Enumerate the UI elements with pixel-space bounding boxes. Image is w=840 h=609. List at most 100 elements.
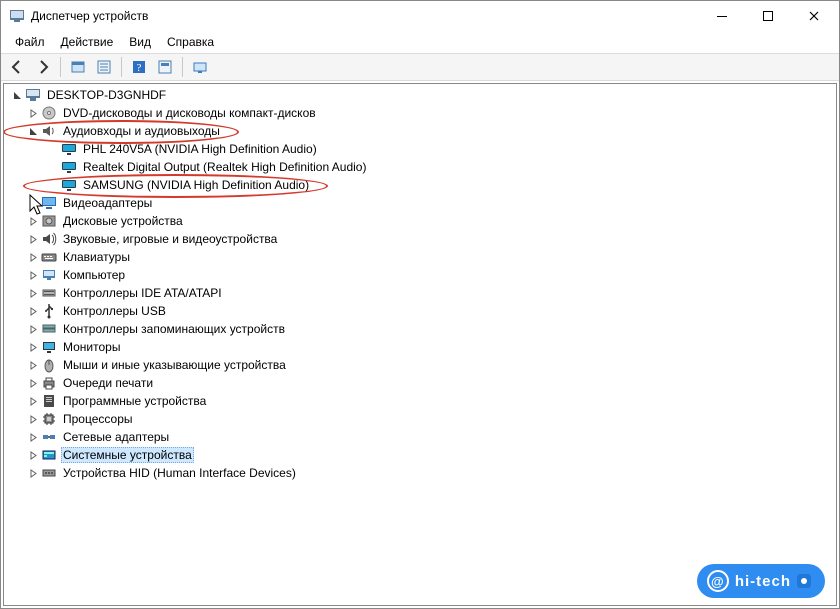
tree-node-label: Звуковые, игровые и видеоустройства — [61, 232, 279, 246]
tree-category-node[interactable]: Мыши и иные указывающие устройства — [24, 356, 836, 374]
tree-node-label: Системные устройства — [61, 447, 194, 463]
tree-category-node[interactable]: Звуковые, игровые и видеоустройства — [24, 230, 836, 248]
tree-category-node[interactable]: Контроллеры IDE ATA/ATAPI — [24, 284, 836, 302]
keyboard-icon — [41, 249, 57, 265]
computer-icon — [25, 87, 41, 103]
tree-device-node[interactable]: Realtek Digital Output (Realtek High Def… — [44, 158, 836, 176]
tree-category-node[interactable]: Программные устройства — [24, 392, 836, 410]
expand-icon[interactable] — [26, 196, 40, 210]
monitor-icon — [61, 159, 77, 175]
display-icon — [41, 195, 57, 211]
tree-node-label: Компьютер — [61, 268, 127, 282]
toolbar-show-hidden-button[interactable] — [66, 55, 90, 79]
toolbar-help-button[interactable]: ? — [127, 55, 151, 79]
expand-icon[interactable] — [26, 430, 40, 444]
computer-icon — [41, 267, 57, 283]
printer-icon — [41, 375, 57, 391]
tree-node-label: SAMSUNG (NVIDIA High Definition Audio) — [81, 178, 311, 192]
collapse-icon[interactable] — [26, 124, 40, 138]
toolbar-separator — [60, 57, 61, 77]
usb-icon — [41, 303, 57, 319]
watermark-badge: @ hi-tech — [697, 564, 825, 598]
expand-icon[interactable] — [26, 376, 40, 390]
expand-icon[interactable] — [26, 394, 40, 408]
mouse-icon — [41, 357, 57, 373]
toolbar-scan-button[interactable] — [188, 55, 212, 79]
system-icon — [41, 447, 57, 463]
tree-category-node[interactable]: Мониторы — [24, 338, 836, 356]
tree-node-label: Контроллеры USB — [61, 304, 168, 318]
tree-category-node[interactable]: Системные устройства — [24, 446, 836, 464]
menu-help[interactable]: Справка — [159, 33, 222, 51]
expand-icon[interactable] — [26, 340, 40, 354]
app-icon — [9, 8, 25, 24]
menu-file[interactable]: Файл — [7, 33, 53, 51]
toolbar-forward-button[interactable] — [31, 55, 55, 79]
tree-category-node[interactable]: Компьютер — [24, 266, 836, 284]
tree-node-label: Контроллеры запоминающих устройств — [61, 322, 287, 336]
cpu-icon — [41, 411, 57, 427]
monitor-icon — [61, 177, 77, 193]
tree-node-label: Realtek Digital Output (Realtek High Def… — [81, 160, 368, 174]
tree-category-node[interactable]: Клавиатуры — [24, 248, 836, 266]
monitor-icon — [61, 141, 77, 157]
tree-device-node[interactable]: PHL 240V5A (NVIDIA High Definition Audio… — [44, 140, 836, 158]
tree-node-label: Мониторы — [61, 340, 122, 354]
tree-node-label: Программные устройства — [61, 394, 208, 408]
watermark-at-icon: @ — [707, 570, 729, 592]
menu-action[interactable]: Действие — [53, 33, 122, 51]
tree-category-node[interactable]: Дисковые устройства — [24, 212, 836, 230]
toolbar-back-button[interactable] — [5, 55, 29, 79]
sound-icon — [41, 231, 57, 247]
tree-category-node[interactable]: Аудиовходы и аудиовыходы — [24, 122, 836, 140]
menu-bar: Файл Действие Вид Справка — [1, 31, 839, 53]
collapse-icon[interactable] — [10, 88, 24, 102]
menu-view[interactable]: Вид — [121, 33, 159, 51]
expand-icon[interactable] — [26, 412, 40, 426]
expand-icon[interactable] — [26, 358, 40, 372]
tree-device-node[interactable]: SAMSUNG (NVIDIA High Definition Audio) — [44, 176, 836, 194]
tree-category-node[interactable]: Контроллеры USB — [24, 302, 836, 320]
title-bar: Диспетчер устройств — [1, 1, 839, 31]
tree-category-node[interactable]: Сетевые адаптеры — [24, 428, 836, 446]
network-icon — [41, 429, 57, 445]
toolbar-properties-button[interactable] — [92, 55, 116, 79]
tree-root-node[interactable]: DESKTOP-D3GNHDF — [4, 86, 836, 104]
tree-node-label: Клавиатуры — [61, 250, 132, 264]
expand-icon[interactable] — [26, 232, 40, 246]
tree-category-node[interactable]: Контроллеры запоминающих устройств — [24, 320, 836, 338]
toolbar: ? — [1, 53, 839, 81]
tree-node-label: Процессоры — [61, 412, 135, 426]
tree-category-node[interactable]: Очереди печати — [24, 374, 836, 392]
expand-icon[interactable] — [26, 268, 40, 282]
expand-icon[interactable] — [26, 214, 40, 228]
tree-category-node[interactable]: Видеоадаптеры — [24, 194, 836, 212]
expand-icon[interactable] — [26, 322, 40, 336]
tree-node-label: Контроллеры IDE ATA/ATAPI — [61, 286, 224, 300]
storage-icon — [41, 321, 57, 337]
svg-text:?: ? — [137, 62, 142, 74]
expand-icon[interactable] — [26, 286, 40, 300]
close-button[interactable] — [791, 1, 837, 31]
tree-category-node[interactable]: Устройства HID (Human Interface Devices) — [24, 464, 836, 482]
tree-category-node[interactable]: DVD-дисководы и дисководы компакт-дисков — [24, 104, 836, 122]
device-tree-panel[interactable]: DESKTOP-D3GNHDF DVD-дисководы и дисководы… — [3, 83, 837, 606]
expand-icon[interactable] — [26, 250, 40, 264]
tree-node-label: Мыши и иные указывающие устройства — [61, 358, 288, 372]
tree-node-label: Аудиовходы и аудиовыходы — [61, 124, 222, 138]
expand-icon[interactable] — [26, 106, 40, 120]
expand-icon[interactable] — [26, 304, 40, 318]
software-icon — [41, 393, 57, 409]
tree-node-label: Видеоадаптеры — [61, 196, 154, 210]
toolbar-separator — [182, 57, 183, 77]
tree-category-node[interactable]: Процессоры — [24, 410, 836, 428]
tree-node-label: PHL 240V5A (NVIDIA High Definition Audio… — [81, 142, 319, 156]
tree-node-label: DVD-дисководы и дисководы компакт-дисков — [61, 106, 318, 120]
maximize-button[interactable] — [745, 1, 791, 31]
expand-icon[interactable] — [26, 466, 40, 480]
toolbar-refresh-button[interactable] — [153, 55, 177, 79]
minimize-button[interactable] — [699, 1, 745, 31]
tree-root-label: DESKTOP-D3GNHDF — [45, 88, 168, 102]
expand-icon[interactable] — [26, 448, 40, 462]
tree-node-label: Очереди печати — [61, 376, 155, 390]
